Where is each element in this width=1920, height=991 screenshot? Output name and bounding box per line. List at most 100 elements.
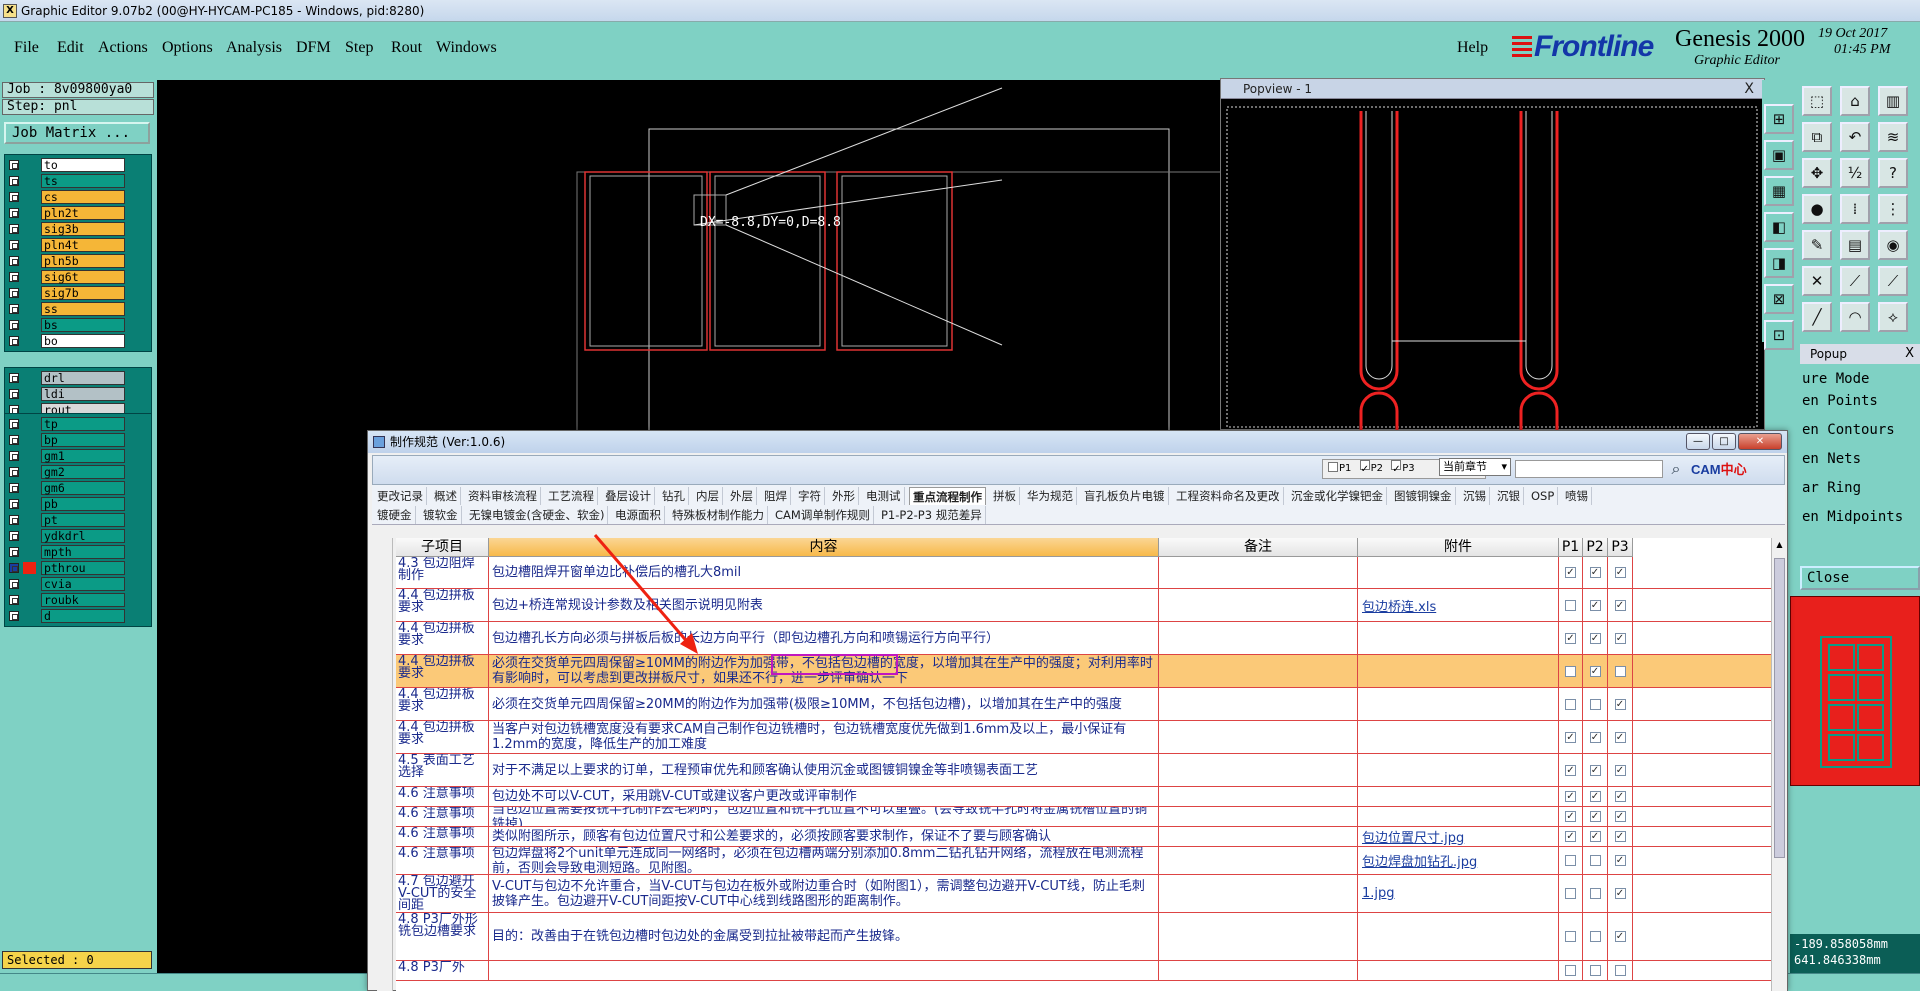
layer-checkbox[interactable] — [9, 224, 19, 234]
p3-checkbox[interactable] — [1614, 665, 1626, 677]
tab-tabs_row1-18[interactable]: 图镀铜镍金 — [1391, 487, 1456, 505]
layer-name[interactable]: roubk — [41, 593, 125, 607]
cell-p2[interactable]: ✓ — [1583, 807, 1608, 826]
layer-row-to[interactable]: to — [5, 157, 151, 173]
tab-tabs_row1-1[interactable]: 概述 — [431, 487, 461, 505]
cell-p3[interactable]: ✓ — [1608, 754, 1633, 786]
cell-p2[interactable]: ✓ — [1583, 557, 1608, 588]
cell-p1[interactable]: ✓ — [1559, 827, 1583, 846]
pattern-icon[interactable]: ▤ — [1840, 230, 1870, 260]
layer-checkbox[interactable] — [9, 499, 19, 509]
cell-p3[interactable]: ✓ — [1608, 847, 1633, 874]
cell-p2[interactable]: ✓ — [1583, 655, 1608, 687]
layer-checkbox[interactable] — [9, 176, 19, 186]
tab-tabs_row1-9[interactable]: 字符 — [795, 487, 825, 505]
popup-item-feature-mode[interactable]: ure Mode — [1800, 368, 1920, 390]
p3-filter-checkbox[interactable]: ✓ — [1391, 460, 1402, 475]
snap-icon[interactable]: ⊠ — [1764, 284, 1794, 314]
popup-item-midpoints[interactable]: en Midpoints — [1800, 506, 1920, 528]
layer-name[interactable]: d — [41, 609, 125, 623]
layer-checkbox[interactable] — [9, 288, 19, 298]
tab-tabs_row1-11[interactable]: 电测试 — [863, 487, 905, 505]
layer-checkbox[interactable] — [9, 240, 19, 250]
p3-checkbox[interactable]: ✓ — [1614, 632, 1626, 644]
tab-tabs_row1-10[interactable]: 外形 — [829, 487, 859, 505]
table-row[interactable]: 4.7 包边避开V-CUT的安全间距 V-CUT与包边不允许重合，当V-CUT与包… — [396, 875, 1771, 913]
tab-tabs_row1-17[interactable]: 沉金或化学镍钯金 — [1288, 487, 1387, 505]
layer-row-pln5b[interactable]: pln5b — [5, 253, 151, 269]
cell-p3[interactable]: ✓ — [1608, 827, 1633, 846]
p2-checkbox[interactable]: ✓ — [1589, 764, 1601, 776]
table-row[interactable]: 4.6 注意事项 当包边位置需要按铣半孔制作去毛刺时，包边位置和铣半孔位置不可以重… — [396, 807, 1771, 827]
cell-p3[interactable]: ✓ — [1608, 807, 1633, 826]
layer-name[interactable]: gm6 — [41, 481, 125, 495]
line-icon[interactable]: ╱ — [1802, 302, 1832, 332]
layer-row-tp[interactable]: tp — [5, 416, 151, 432]
tab-tabs_row1-2[interactable]: 资料审核流程 — [465, 487, 541, 505]
layer-row-bo[interactable]: bo — [5, 333, 151, 349]
dialog-close-button[interactable]: ✕ — [1738, 433, 1782, 450]
minimize-button[interactable]: — — [1686, 433, 1710, 450]
select-tool-icon[interactable]: ⬚ — [1802, 86, 1832, 116]
menu-rout[interactable]: Rout — [391, 39, 422, 57]
layer-row-mpth[interactable]: mpth — [5, 544, 151, 560]
layer-row-pt[interactable]: pt — [5, 512, 151, 528]
popview-window[interactable]: Popview - 1 X — [1220, 78, 1765, 431]
menu-actions[interactable]: Actions — [98, 39, 148, 57]
layer-name[interactable]: gm2 — [41, 465, 125, 479]
layer-row-gm6[interactable]: gm6 — [5, 480, 151, 496]
menu-dfm[interactable]: DFM — [296, 39, 331, 57]
cell-p2[interactable] — [1583, 875, 1608, 912]
p2-checkbox[interactable] — [1589, 698, 1601, 710]
p3-checkbox[interactable]: ✓ — [1614, 698, 1626, 710]
job-matrix-button[interactable]: Job Matrix ... — [4, 122, 150, 144]
p1-checkbox[interactable]: ✓ — [1565, 567, 1576, 578]
layer-name[interactable]: pt — [41, 513, 125, 527]
tab-tabs_row2-1[interactable]: 镀软金 — [420, 506, 462, 524]
zoom-window-icon[interactable]: ⊞ — [1764, 104, 1794, 134]
layer-checkbox[interactable] — [9, 563, 19, 573]
p2-checkbox[interactable] — [1589, 888, 1601, 899]
p1-checkbox[interactable]: ✓ — [1565, 731, 1576, 743]
link-icon[interactable]: ⟋ — [1878, 266, 1908, 296]
maximize-button[interactable]: □ — [1712, 433, 1736, 450]
scroll-up-icon[interactable]: ▲ — [1774, 540, 1785, 552]
p1-checkbox[interactable] — [1565, 855, 1576, 866]
p3-checkbox[interactable]: ✓ — [1614, 855, 1626, 866]
layer-checkbox[interactable] — [9, 272, 19, 282]
p2-checkbox[interactable] — [1589, 965, 1601, 976]
scrollbar-thumb[interactable] — [1774, 558, 1785, 858]
vertical-scrollbar[interactable]: ▲ — [1771, 538, 1787, 991]
p1-checkbox[interactable] — [1565, 599, 1576, 611]
tab-tabs_row1-6[interactable]: 内层 — [693, 487, 723, 505]
p3-checkbox[interactable] — [1614, 965, 1626, 976]
tab-tabs_row2-3[interactable]: 电源面积 — [612, 506, 665, 524]
cell-attachment[interactable]: 1.jpg — [1358, 875, 1559, 912]
layer-name[interactable]: drl — [41, 371, 125, 385]
layer-row-sig3b[interactable]: sig3b — [5, 221, 151, 237]
tab-tabs_row2-6[interactable]: P1-P2-P3 规范差异 — [878, 506, 986, 524]
layer-name[interactable]: ss — [41, 302, 125, 316]
cell-attachment[interactable]: 包边位置尺寸.jpg — [1358, 827, 1559, 846]
circle-icon[interactable]: ◉ — [1878, 230, 1908, 260]
column-header-p2[interactable]: P2 — [1583, 538, 1608, 557]
cell-p2[interactable]: ✓ — [1583, 754, 1608, 786]
cell-p3[interactable]: ✓ — [1608, 787, 1633, 806]
p3-checkbox[interactable]: ✓ — [1614, 791, 1626, 802]
layer-row-sig7b[interactable]: sig7b — [5, 285, 151, 301]
layer-row-gm1[interactable]: gm1 — [5, 448, 151, 464]
tab-tabs_row1-0[interactable]: 更改记录 — [374, 487, 427, 505]
menu-help[interactable]: Help — [1457, 39, 1488, 57]
column-header-remark[interactable]: 备注 — [1159, 538, 1358, 557]
tab-tabs_row1-7[interactable]: 外层 — [727, 487, 757, 505]
table-row[interactable]: 4.4 包边拼板要求 当客户对包边铣槽宽度没有要求CAM自己制作包边铣槽时，包边铣… — [396, 721, 1771, 754]
menu-options[interactable]: Options — [162, 39, 213, 57]
layer-checkbox[interactable] — [9, 611, 19, 621]
cell-attachment[interactable]: 包边焊盘加钻孔.jpg — [1358, 847, 1559, 874]
layer-checkbox[interactable] — [9, 547, 19, 557]
layer-row-sig6t[interactable]: sig6t — [5, 269, 151, 285]
cell-p1[interactable]: ✓ — [1559, 557, 1583, 588]
layer-name[interactable]: pln2t — [41, 206, 125, 220]
p2-checkbox[interactable] — [1589, 855, 1601, 866]
layer-name[interactable]: bo — [41, 334, 125, 348]
